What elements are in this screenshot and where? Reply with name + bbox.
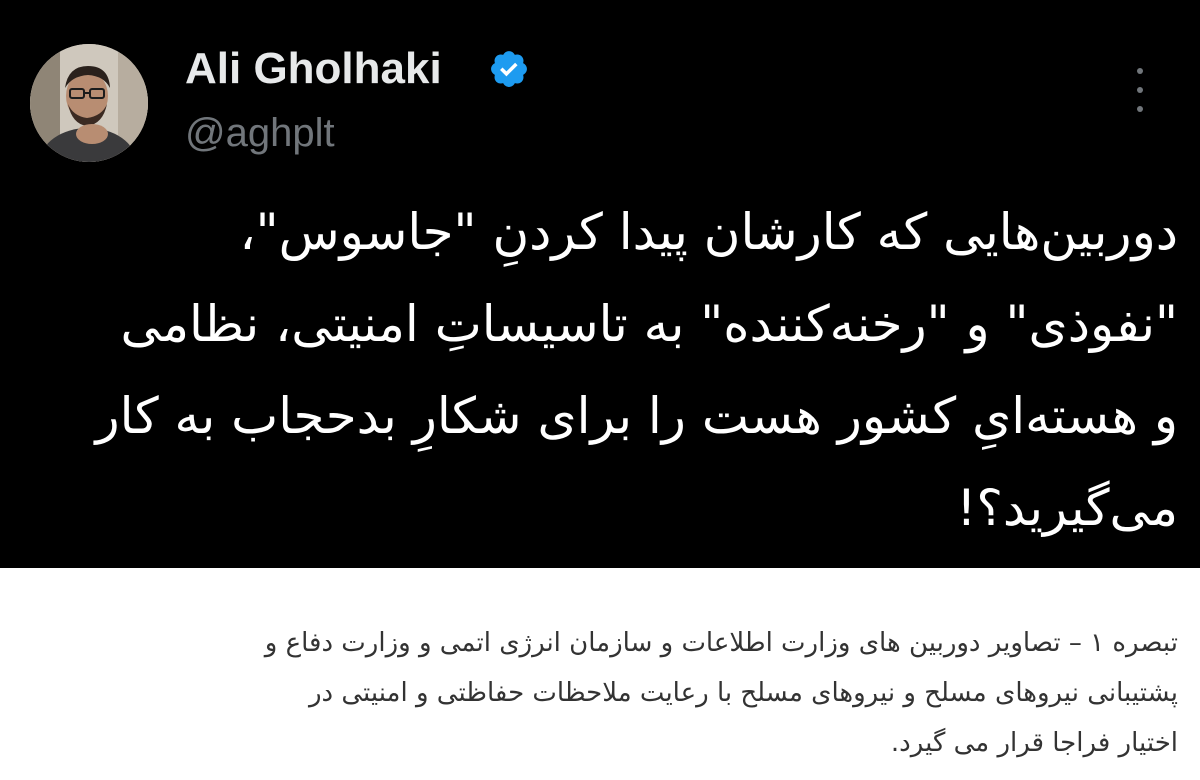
verified-badge-icon [491,51,527,87]
excerpt-line: اختیار فراجا قرار می گیرد. [890,728,1178,758]
tweet-card: Ali Gholhaki @aghplt دوربین‌هایی که کارش… [0,0,1200,568]
author-avatar[interactable] [30,44,148,162]
dot-icon [1137,68,1143,74]
document-excerpt: تبصره ۱ – تصاویر دوربین های وزارت اطلاعا… [0,568,1200,780]
tweet-text: دوربین‌هایی که کارشان پیدا کردنِ "جاسوس"… [28,186,1178,554]
author-display-name[interactable]: Ali Gholhaki [185,42,442,96]
excerpt-line: تبصره ۱ – تصاویر دوربین های وزارت اطلاعا… [264,628,1178,658]
author-handle[interactable]: @aghplt [185,108,335,158]
tweet-text-line: دوربین‌هایی که کارشان پیدا کردنِ "جاسوس"… [239,203,1178,261]
profile-photo-icon [30,44,148,162]
tweet-text-line: و هسته‌ایِ کشور هست را برای شکارِ بدحجاب… [95,387,1178,445]
more-options-icon[interactable] [1128,68,1152,112]
excerpt-line: پشتیبانی نیروهای مسلح و نیروهای مسلح با … [308,678,1178,708]
dot-icon [1137,106,1143,112]
tweet-text-line: "نفوذی" و "رخنه‌کننده" به تاسیساتِ امنیت… [120,295,1178,353]
excerpt-text: تبصره ۱ – تصاویر دوربین های وزارت اطلاعا… [22,618,1178,768]
tweet-text-line: می‌گیرید؟! [956,479,1178,537]
dot-icon [1137,87,1143,93]
